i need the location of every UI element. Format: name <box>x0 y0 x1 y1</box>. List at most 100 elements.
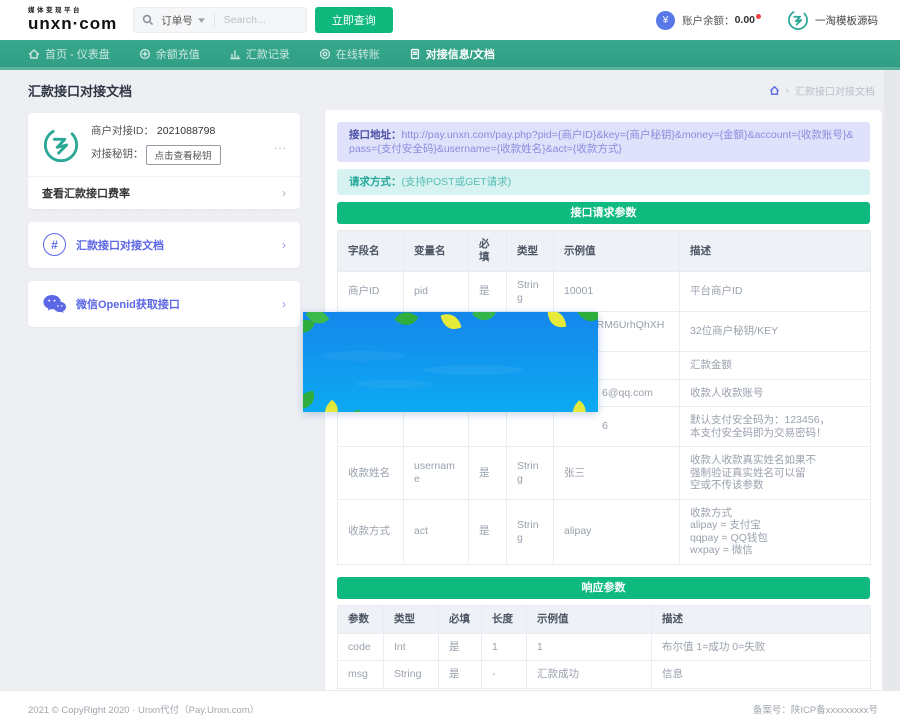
scrollbar-track[interactable] <box>884 70 900 690</box>
sidebar: 商户对接ID： 2021088798 对接秘钥： 点击查看秘钥 ... 查看汇款… <box>28 113 300 340</box>
rate-link-row[interactable]: 查看汇款接口费率 › <box>28 176 300 209</box>
table-row: 6默认支付安全码为：123456， 本支付安全码即为交易密码！ <box>338 407 871 447</box>
table-cell: 汇款金额 <box>680 352 871 380</box>
view-key-button[interactable]: 点击查看秘钥 <box>146 145 221 165</box>
home-icon[interactable] <box>769 85 780 96</box>
nav-item-records[interactable]: 汇款记录 <box>229 46 290 62</box>
merchant-key-label: 对接秘钥： <box>91 149 144 160</box>
search-input[interactable] <box>224 14 298 26</box>
table-cell: 信息 <box>652 661 871 689</box>
table-cell: String <box>507 272 554 312</box>
breadcrumb-row: 汇款接口对接文档 › 汇款接口对接文档 <box>28 70 875 110</box>
nav-item-label: 对接信息/文档 <box>426 46 495 62</box>
table-cell: 默认支付安全码为：123456， 本支付安全码即为交易密码！ <box>680 407 871 447</box>
table-cell <box>507 407 554 447</box>
column-header: 示例值 <box>554 231 680 272</box>
sidebar-item-api-docs[interactable]: # 汇款接口对接文档 › <box>28 222 300 268</box>
nav-item-label: 汇款记录 <box>246 46 290 62</box>
table-cell: Int <box>384 633 439 661</box>
nav-item-recharge[interactable]: 余额充值 <box>139 46 200 62</box>
search-bar: 订单号 <box>133 7 307 33</box>
query-button[interactable]: 立即查询 <box>315 7 393 33</box>
partner-link[interactable]: 一淘模板源码 <box>787 9 878 31</box>
wechat-icon <box>42 291 67 316</box>
api-url-label: 接口地址： <box>349 129 402 141</box>
copyright-text: 2021 © CopyRight 2020 · Unxn代付（Pay.Unxn.… <box>28 702 259 716</box>
home-icon <box>28 48 40 60</box>
response-params-banner: 响应参数 <box>337 577 870 599</box>
sidebar-item-label: 微信Openid获取接口 <box>76 296 282 312</box>
column-header: 类型 <box>507 231 554 272</box>
brand-logo[interactable]: 媒体变现平台 unxn·com <box>28 8 117 33</box>
main-panel: 接口地址：http://pay.unxn.com/pay.php?pid={商户… <box>325 110 882 726</box>
table-cell: act <box>404 499 469 564</box>
bar-chart-icon <box>229 48 241 60</box>
table-cell: 10001 <box>554 272 680 312</box>
api-url-notice: 接口地址：http://pay.unxn.com/pay.php?pid={商户… <box>337 122 870 162</box>
table-cell: String <box>384 661 439 689</box>
table-cell: - <box>482 661 527 689</box>
table-cell: 收款方式 <box>338 499 404 564</box>
request-params-banner: 接口请求参数 <box>337 202 870 224</box>
table-cell: String <box>507 499 554 564</box>
sidebar-item-wechat-openid[interactable]: 微信Openid获取接口 › <box>28 281 300 327</box>
table-row: msgString是-汇款成功信息 <box>338 661 871 689</box>
table-row: 商户IDpid是String10001平台商户ID <box>338 272 871 312</box>
table-cell: 是 <box>439 661 482 689</box>
nav-item-docs[interactable]: 对接信息/文档 <box>409 46 495 62</box>
merchant-id-value: 2021088798 <box>157 125 215 137</box>
table-header-row: 参数 类型 必填 长度 示例值 描述 <box>338 605 871 633</box>
nav-item-dashboard[interactable]: 首页 - 仪表盘 <box>28 46 110 62</box>
request-method-notice: 请求方式：(支持POST或GET请求) <box>337 169 870 195</box>
page: 媒体变现平台 unxn·com 订单号 立即查询 ¥ 账户余额： 0.00 <box>0 0 900 726</box>
column-header: 参数 <box>338 605 384 633</box>
column-header: 描述 <box>680 231 871 272</box>
icp-text: 备案号：陕ICP备xxxxxxxxx号 <box>753 702 878 716</box>
main-nav: 首页 - 仪表盘 余额充值 汇款记录 在线转账 对接信息/文档 <box>0 40 900 70</box>
nav-item-label: 在线转账 <box>336 46 380 62</box>
table-cell: 布尔值 1=成功 0=失败 <box>652 633 871 661</box>
table-cell: 1 <box>527 633 652 661</box>
divider <box>214 14 215 27</box>
table-cell: 收款姓名 <box>338 447 404 500</box>
search-icon <box>142 14 154 26</box>
table-cell: 是 <box>469 272 507 312</box>
chevron-right-icon: › <box>282 238 286 252</box>
api-url-value: http://pay.unxn.com/pay.php?pid={商户ID}&k… <box>349 129 853 155</box>
search-category-value: 订单号 <box>161 13 193 28</box>
brand-name: unxn·com <box>28 15 117 32</box>
table-cell: pid <box>404 272 469 312</box>
rate-link-label: 查看汇款接口费率 <box>42 185 130 201</box>
merchant-info-block: 商户对接ID： 2021088798 对接秘钥： 点击查看秘钥 ... <box>28 113 300 176</box>
request-method-value: (支持POST或GET请求) <box>402 176 512 188</box>
table-cell: 32位商户秘钥/KEY <box>680 312 871 352</box>
table-row: 收款姓名username是String张三收款人收款真实姓名如果不 强制验证真实… <box>338 447 871 500</box>
table-cell: 张三 <box>554 447 680 500</box>
nav-item-transfer[interactable]: 在线转账 <box>319 46 380 62</box>
search-category-select[interactable]: 订单号 <box>161 13 205 28</box>
partner-logo-icon <box>787 9 809 31</box>
table-cell: 1 <box>482 633 527 661</box>
table-cell: msg <box>338 661 384 689</box>
breadcrumb-separator: › <box>786 85 789 96</box>
column-header: 描述 <box>652 605 871 633</box>
column-header: 必填 <box>439 605 482 633</box>
table-cell <box>338 407 404 447</box>
table-cell: String <box>507 447 554 500</box>
column-header: 变量名 <box>404 231 469 272</box>
table-cell: 平台商户ID <box>680 272 871 312</box>
merchant-card: 商户对接ID： 2021088798 对接秘钥： 点击查看秘钥 ... 查看汇款… <box>28 113 300 209</box>
column-header: 长度 <box>482 605 527 633</box>
balance-label: 账户余额： <box>682 13 735 28</box>
plus-circle-icon <box>139 48 151 60</box>
column-header: 必填 <box>469 231 507 272</box>
hash-circle-icon: # <box>42 232 67 257</box>
sidebar-item-label: 汇款接口对接文档 <box>76 237 282 253</box>
nav-item-label: 首页 - 仪表盘 <box>45 46 110 62</box>
table-cell: 汇款成功 <box>527 661 652 689</box>
promo-banner-overlay[interactable] <box>303 312 598 412</box>
page-title: 汇款接口对接文档 <box>28 81 132 100</box>
breadcrumb: › 汇款接口对接文档 <box>769 83 875 98</box>
table-cell: alipay <box>554 499 680 564</box>
header-right: ¥ 账户余额： 0.00 一淘模板源码 <box>656 9 878 31</box>
